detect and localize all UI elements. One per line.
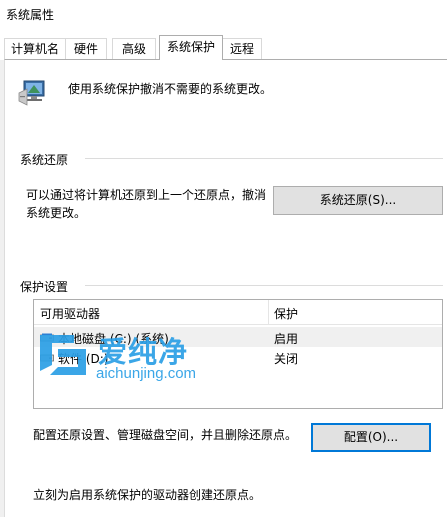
configure-text: 配置还原设置、管理磁盘空间，并且删除还原点。: [33, 428, 298, 442]
create-text: 立刻为启用系统保护的驱动器创建还原点。: [33, 488, 262, 502]
tab-advanced[interactable]: 高级: [112, 38, 156, 59]
protection-group-label: 保护设置: [20, 280, 69, 294]
system-protection-icon: [18, 80, 45, 106]
window-title: 系统属性: [6, 8, 55, 22]
watermark-logo-icon: [40, 335, 86, 375]
configure-button[interactable]: 配置(O)...: [311, 423, 431, 452]
column-header-protection[interactable]: 保护: [274, 305, 298, 322]
system-restore-button[interactable]: 系统还原(S)...: [273, 186, 443, 215]
tab-strip: 计算机名 硬件 高级 系统保护 远程: [0, 30, 447, 60]
tab-remote[interactable]: 远程: [222, 38, 262, 59]
restore-group-line: [85, 158, 443, 159]
protection-status: 关闭: [274, 352, 299, 366]
tab-system-protection[interactable]: 系统保护: [159, 35, 223, 60]
tab-hardware[interactable]: 硬件: [65, 38, 107, 59]
intro-text: 使用系统保护撤消不需要的系统更改。: [68, 82, 273, 96]
column-separator: [268, 300, 269, 324]
watermark: 爱纯净 aichunjing.com: [36, 327, 236, 387]
restore-description-line1: 可以通过将计算机还原到上一个还原点，撤消: [26, 188, 267, 202]
tab-computer-name[interactable]: 计算机名: [4, 38, 66, 59]
title-bar: 系统属性: [0, 0, 447, 30]
protection-status: 启用: [274, 332, 299, 346]
restore-description-line2: 系统更改。: [26, 206, 87, 220]
column-header-drive[interactable]: 可用驱动器: [40, 305, 100, 322]
list-header: 可用驱动器 保护: [34, 300, 442, 325]
protection-group-line: [85, 285, 443, 286]
watermark-url: aichunjing.com: [96, 365, 197, 382]
restore-group-label: 系统还原: [20, 153, 69, 167]
